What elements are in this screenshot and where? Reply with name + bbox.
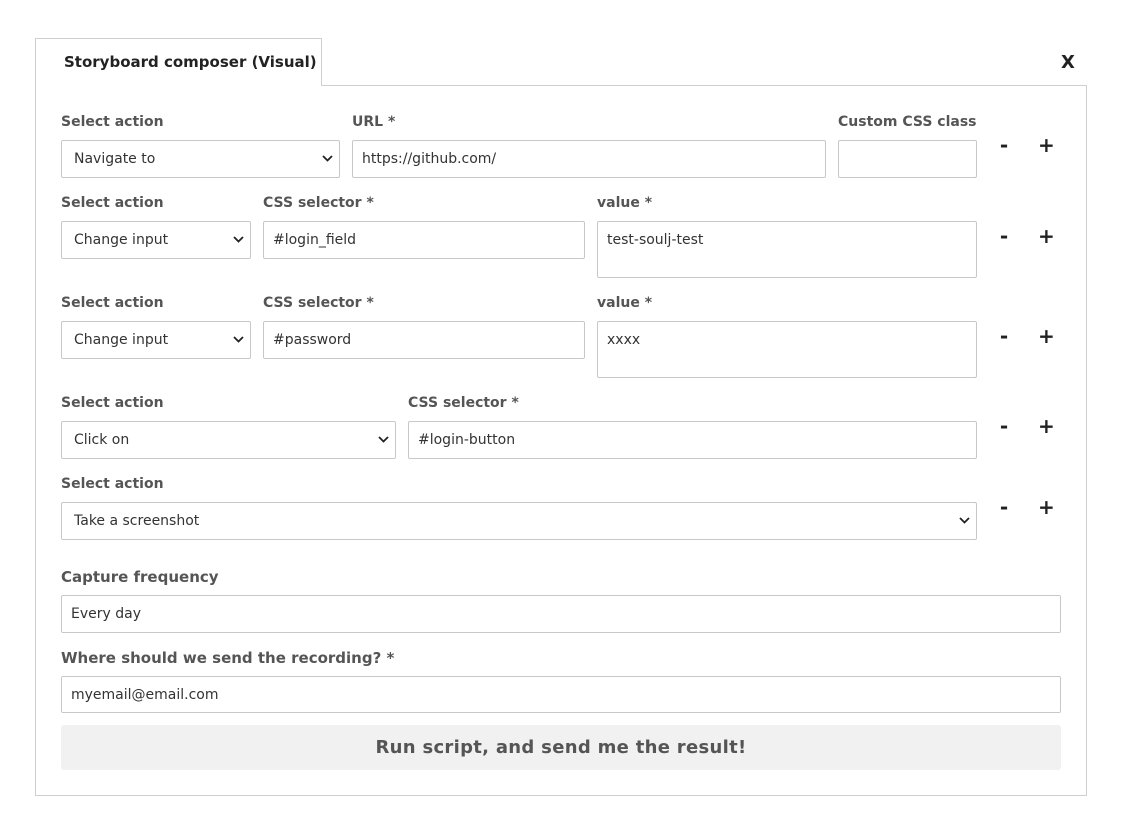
add-step-button[interactable]: + — [1038, 416, 1055, 436]
chevron-down-icon — [378, 436, 389, 443]
select-action-label: Select action — [61, 476, 164, 492]
capture-frequency-label: Capture frequency — [61, 568, 219, 586]
value-label: value * — [597, 295, 653, 311]
remove-step-button[interactable]: - — [996, 226, 1012, 246]
url-input[interactable]: https://github.com/ — [352, 140, 826, 178]
value-label: value * — [597, 195, 653, 211]
css-selector-label: CSS selector * — [263, 295, 374, 311]
css-selector-label: CSS selector * — [263, 195, 374, 211]
remove-step-button[interactable]: - — [996, 326, 1012, 346]
css-selector-input[interactable]: #password — [263, 321, 585, 359]
capture-frequency-input[interactable]: Every day — [61, 595, 1061, 633]
chevron-down-icon — [233, 236, 244, 243]
close-button[interactable]: X — [1061, 52, 1075, 73]
action-select-value: Navigate to — [74, 151, 156, 167]
chevron-down-icon — [322, 155, 333, 162]
custom-css-class-input[interactable] — [838, 140, 977, 178]
action-select-value: Take a screenshot — [74, 513, 200, 529]
add-step-button[interactable]: + — [1038, 226, 1055, 246]
action-select-value: Change input — [74, 232, 169, 248]
url-label: URL * — [352, 114, 396, 130]
action-select[interactable]: Click on — [61, 421, 396, 459]
run-script-button[interactable]: Run script, and send me the result! — [61, 725, 1061, 770]
css-selector-label: CSS selector * — [408, 395, 519, 411]
remove-step-button[interactable]: - — [996, 497, 1012, 517]
css-selector-input[interactable]: #login_field — [263, 221, 585, 259]
value-textarea[interactable]: test-soulj-test — [597, 221, 977, 278]
email-label: Where should we send the recording? * — [61, 649, 395, 667]
select-action-label: Select action — [61, 195, 164, 211]
custom-css-class-label: Custom CSS class — [838, 114, 977, 130]
action-select[interactable]: Change input — [61, 221, 251, 259]
action-select[interactable]: Navigate to — [61, 140, 340, 178]
remove-step-button[interactable]: - — [996, 416, 1012, 436]
add-step-button[interactable]: + — [1038, 326, 1055, 346]
email-input[interactable]: myemail@email.com — [61, 676, 1061, 713]
chevron-down-icon — [233, 336, 244, 343]
select-action-label: Select action — [61, 395, 164, 411]
chevron-down-icon — [959, 517, 970, 524]
remove-step-button[interactable]: - — [996, 135, 1012, 155]
add-step-button[interactable]: + — [1038, 497, 1055, 517]
action-select-value: Change input — [74, 332, 169, 348]
tab-storyboard-composer[interactable]: Storyboard composer (Visual) — [35, 38, 322, 86]
action-select[interactable]: Change input — [61, 321, 251, 359]
select-action-label: Select action — [61, 114, 164, 130]
action-select-value: Click on — [74, 432, 130, 448]
value-textarea[interactable]: xxxx — [597, 321, 977, 378]
action-select[interactable]: Take a screenshot — [61, 502, 977, 540]
css-selector-input[interactable]: #login-button — [408, 421, 977, 459]
select-action-label: Select action — [61, 295, 164, 311]
add-step-button[interactable]: + — [1038, 135, 1055, 155]
